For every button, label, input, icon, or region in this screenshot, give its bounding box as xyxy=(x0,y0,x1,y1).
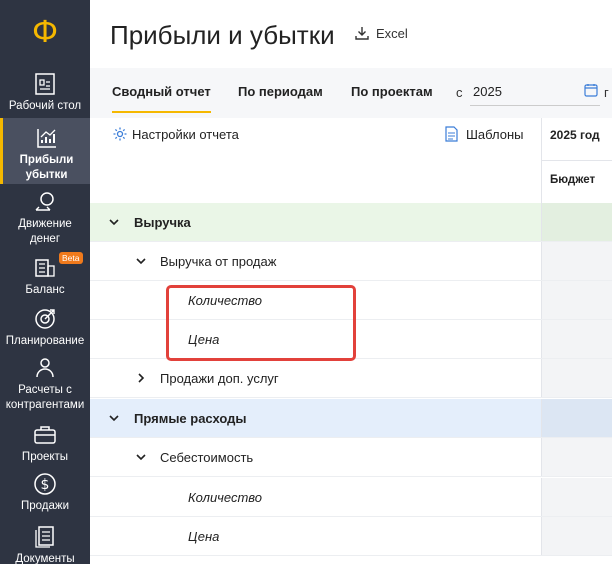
row-label: Количество xyxy=(188,490,263,505)
svg-text:Ф: Ф xyxy=(32,15,58,50)
row-label: Выручка от продаж xyxy=(160,254,277,269)
table-row[interactable]: Выручка xyxy=(90,203,612,242)
chevron-down-icon[interactable] xyxy=(109,217,119,227)
table-row[interactable]: Прямые расходы xyxy=(90,399,612,438)
calendar-icon[interactable] xyxy=(584,83,598,97)
table-row[interactable]: Количество xyxy=(90,478,612,517)
excel-label: Excel xyxy=(376,25,408,41)
report-settings-label: Настройки отчета xyxy=(132,126,239,142)
table-row[interactable]: Продажи доп. услуг xyxy=(90,359,612,398)
budget-cell xyxy=(541,399,612,437)
column-budget: Бюджет xyxy=(550,174,596,186)
sidebar-item-label: Рабочий стол xyxy=(8,100,82,112)
sidebar-item-label: Прибыли убытки xyxy=(19,154,74,181)
sidebar-item-label: Проекты xyxy=(21,451,69,463)
tab-periods[interactable]: По периодам xyxy=(238,84,323,99)
page-title: Прибыли и убытки xyxy=(110,20,335,50)
chevron-down-icon[interactable] xyxy=(136,256,146,266)
sidebar-item-label: Продажи xyxy=(20,500,70,512)
sidebar-item-dashboard[interactable]: Рабочий стол xyxy=(0,72,90,114)
sidebar: Ф Рабочий стол Прибыли убытки Движение д… xyxy=(0,0,90,564)
chevron-down-icon[interactable] xyxy=(109,413,119,423)
period-from-label: с xyxy=(456,85,463,100)
sidebar-item-label: Планирование xyxy=(5,335,85,347)
briefcase-icon xyxy=(34,426,56,444)
table-row[interactable]: Цена xyxy=(90,517,612,556)
budget-cell xyxy=(541,478,612,516)
target-icon xyxy=(35,309,55,329)
column-header: 2025 год Бюджет xyxy=(541,118,612,203)
templates-label: Шаблоны xyxy=(466,126,524,142)
svg-text:$: $ xyxy=(41,477,50,493)
gear-icon xyxy=(113,127,127,141)
sidebar-item-counterparties[interactable]: Расчеты с контрагентами xyxy=(0,356,90,413)
table-row[interactable]: Выручка от продаж xyxy=(90,242,612,281)
excel-export-button[interactable]: Excel xyxy=(354,25,408,41)
download-icon xyxy=(355,27,369,40)
sidebar-item-label: Расчеты с контрагентами xyxy=(5,384,85,411)
tab-projects[interactable]: По проектам xyxy=(351,84,433,99)
table-row[interactable]: Себестоимость xyxy=(90,438,612,477)
sidebar-item-label: Движение денег xyxy=(18,218,72,245)
tab-summary[interactable]: Сводный отчет xyxy=(112,84,211,113)
sidebar-item-projects[interactable]: Проекты xyxy=(0,423,90,465)
people-icon xyxy=(36,358,54,378)
profit-chart-icon xyxy=(36,129,56,148)
budget-cell xyxy=(541,359,612,397)
budget-cell xyxy=(541,281,612,319)
sidebar-item-sales[interactable]: $ Продажи xyxy=(0,472,90,514)
budget-cell xyxy=(541,438,612,476)
budget-cell xyxy=(541,242,612,280)
budget-cell xyxy=(541,203,612,241)
sidebar-item-label: Баланс xyxy=(25,284,65,296)
sidebar-item-profit[interactable]: Прибыли убытки xyxy=(0,118,90,184)
templates-button[interactable]: Шаблоны xyxy=(445,126,524,142)
row-label: Выручка xyxy=(134,215,191,230)
sidebar-item-cashflow[interactable]: Движение денег xyxy=(0,190,90,247)
report-settings-button[interactable]: Настройки отчета xyxy=(112,126,239,142)
dollar-icon: $ xyxy=(34,473,56,495)
budget-cell xyxy=(541,517,612,555)
row-label: Продажи доп. услуг xyxy=(160,371,279,386)
documents-icon xyxy=(35,526,54,548)
highlight-annotation xyxy=(166,285,356,361)
column-divider xyxy=(542,160,612,161)
budget-cell xyxy=(541,320,612,358)
chevron-down-icon[interactable] xyxy=(136,452,146,462)
sidebar-item-documents[interactable]: Документы xyxy=(0,525,90,564)
column-year: 2025 год xyxy=(550,128,600,142)
dashboard-icon xyxy=(35,73,55,95)
tabs-bar: Сводный отчет По периодам По проектам с … xyxy=(90,68,612,118)
row-label: Прямые расходы xyxy=(134,411,247,426)
period-to-label: г xyxy=(604,85,609,100)
row-label: Цена xyxy=(188,529,220,544)
row-label: Себестоимость xyxy=(160,450,254,465)
sidebar-item-planning[interactable]: Планирование xyxy=(0,307,90,349)
beta-badge: Beta xyxy=(59,252,83,264)
period-from-input[interactable] xyxy=(470,78,600,106)
money-flow-icon xyxy=(35,192,54,211)
chevron-right-icon[interactable] xyxy=(136,373,146,383)
logo-icon[interactable]: Ф xyxy=(27,14,63,50)
sidebar-item-label: Документы xyxy=(15,553,75,564)
balance-icon xyxy=(35,259,55,277)
document-icon xyxy=(445,126,458,142)
sidebar-item-balance[interactable]: Beta Баланс xyxy=(0,252,90,298)
